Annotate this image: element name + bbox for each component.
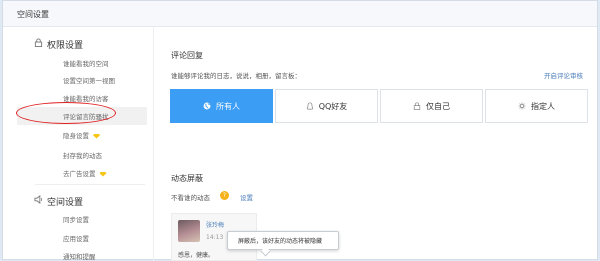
option-label: 仅自己 [426,102,450,111]
option-label: 指定人 [531,102,555,111]
option-only-me[interactable]: 仅自己 [380,89,483,123]
comment-section-title: 评论回复 [171,51,203,60]
option-label: 所有人 [216,102,240,111]
sidebar-item-apps[interactable]: 应用设置 [63,233,89,243]
page-title: 空间设置 [17,10,49,19]
enable-review-link[interactable]: 开启评论审核 [544,70,583,80]
sidebar: 权限设置 谁能看我的空间 设置空间第一视图 谁能看我的访客 评论留言防骚扰 隐身… [3,26,154,261]
person-icon [306,102,313,110]
sidebar-item-sync[interactable]: 同步设置 [63,214,89,224]
option-qq-friends[interactable]: QQ好友 [275,89,378,123]
settings-panel: 空间设置 权限设置 谁能看我的空间 设置空间第一视图 谁能看我的访客 评论留言防… [2,0,598,261]
feed-filter-title: 动态屏蔽 [171,174,203,183]
post-text: 感恩，健康。 [178,252,215,259]
tooltip-arrow [260,246,271,257]
sidebar-divider [35,184,145,185]
sidebar-item-who-can-view[interactable]: 谁能看我的空间 [63,58,109,68]
option-label: QQ好友 [318,102,348,111]
tooltip-text: 屏蔽后，该好友的动态将被隐藏 [238,238,323,245]
settings-link[interactable]: 设置 [240,192,253,202]
tooltip: 屏蔽后，该好友的动态将被隐藏 [227,231,339,257]
sidebar-item-archive-feed[interactable]: 封存我的动态 [63,150,102,160]
lock-icon [413,102,421,110]
globe-icon [203,102,211,110]
post-time: 14:13 [206,234,224,241]
comment-description: 谁能够评论我的日志，说说，相册，留言板： [171,72,301,80]
permissions-section-title: 权限设置 [47,41,84,51]
sidebar-item-remove-ads[interactable]: 去广告设置 [63,168,107,178]
sidebar-item-first-view[interactable]: 设置空间第一视图 [63,75,115,85]
header-bar: 空间设置 [3,1,597,27]
hide-feed-label: 不看谁的动态 [171,194,210,202]
option-everyone[interactable]: 所有人 [170,89,273,123]
vip-diamond-icon [93,133,100,139]
friend-name[interactable]: 张玲梅 [206,220,224,229]
gear-icon [518,102,526,110]
speaker-icon [34,195,43,204]
sidebar-item-stealth[interactable]: 隐身设置 [63,130,100,140]
red-highlight-circle [16,102,116,124]
space-section-title: 空间设置 [47,198,84,208]
help-icon[interactable]: ? [220,191,229,200]
option-specified[interactable]: 指定人 [485,89,588,123]
avatar [178,220,200,242]
lock-icon [34,38,43,47]
vip-diamond-icon [99,171,107,177]
